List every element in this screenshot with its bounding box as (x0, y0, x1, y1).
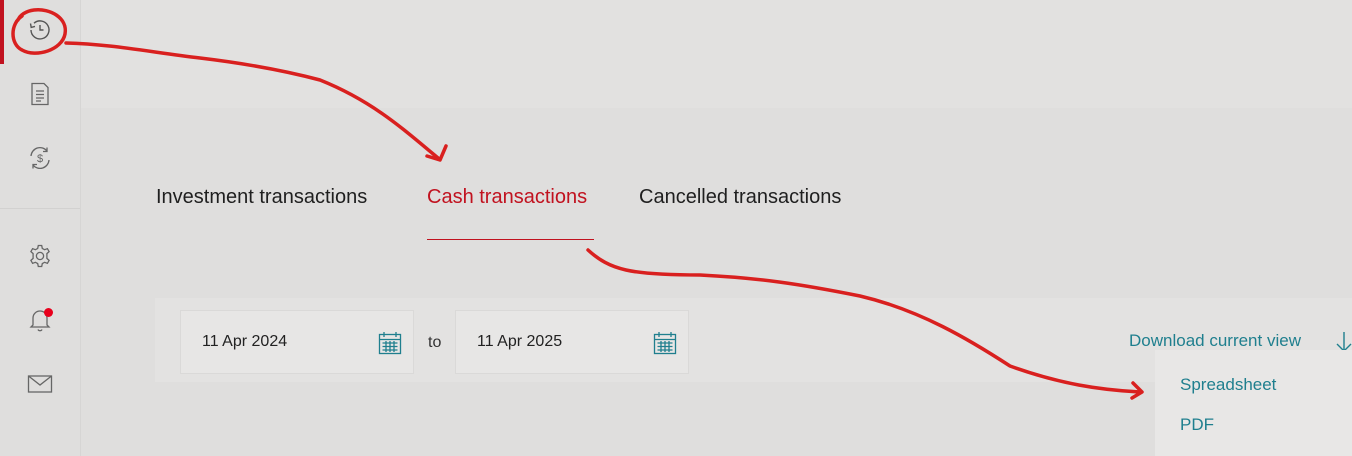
gear-icon (27, 243, 53, 274)
currency-exchange-icon: $ (27, 145, 53, 176)
sidebar-item-currency[interactable]: $ (0, 128, 80, 192)
sidebar-item-settings[interactable] (0, 226, 80, 290)
to-date-value: 11 Apr 2025 (477, 333, 563, 350)
download-option-spreadsheet[interactable]: Spreadsheet (1180, 375, 1276, 395)
svg-text:$: $ (37, 153, 43, 165)
main-content: Investment transactions Cash transaction… (81, 0, 1352, 456)
calendar-icon[interactable] (378, 331, 402, 360)
sidebar-item-messages[interactable] (0, 354, 80, 418)
header-band (81, 0, 1352, 108)
sidebar-item-history[interactable] (0, 0, 80, 64)
active-tab-indicator (427, 239, 594, 240)
sidebar-item-documents[interactable] (0, 64, 80, 128)
document-icon (29, 82, 51, 111)
calendar-icon[interactable] (653, 331, 677, 360)
tab-investment-transactions[interactable]: Investment transactions (156, 186, 367, 209)
tab-cash-transactions[interactable]: Cash transactions (427, 186, 587, 209)
to-date-field[interactable]: 11 Apr 2025 (455, 310, 689, 374)
sidebar-item-notifications[interactable] (0, 290, 80, 354)
tab-cancelled-transactions[interactable]: Cancelled transactions (639, 186, 841, 209)
mail-icon (27, 374, 53, 399)
download-option-pdf[interactable]: PDF (1180, 415, 1214, 435)
history-icon (27, 17, 53, 48)
from-date-field[interactable]: 11 Apr 2024 (180, 310, 414, 374)
download-current-view-button[interactable]: Download current view (1129, 331, 1301, 351)
sidebar-divider (0, 208, 80, 209)
notification-badge (44, 308, 53, 317)
sidebar: $ (0, 0, 81, 456)
download-menu: Spreadsheet PDF (1155, 350, 1352, 456)
from-date-value: 11 Apr 2024 (202, 333, 288, 350)
date-range-separator: to (428, 334, 442, 351)
